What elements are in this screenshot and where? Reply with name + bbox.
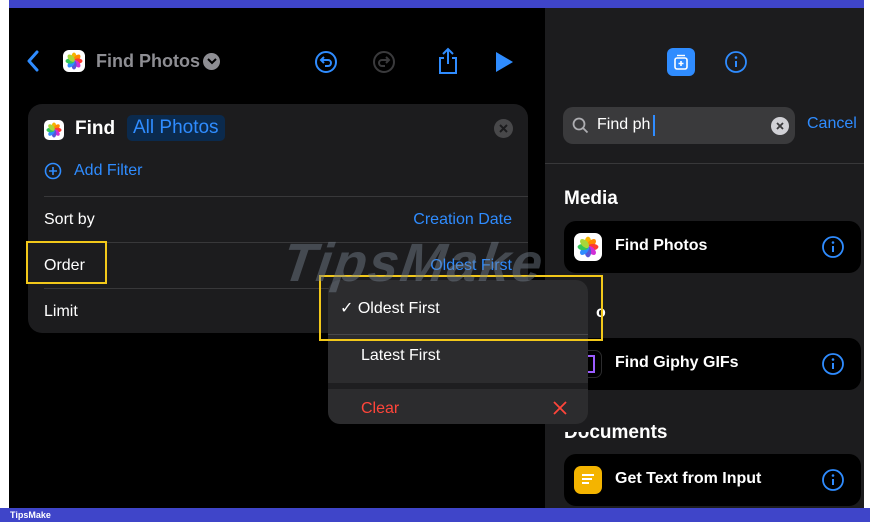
plus-circle-icon [44,162,62,180]
actions-sidebar: Find ph Cancel Media Find Photos o Find … [545,8,864,508]
chevron-left-icon [27,50,39,72]
actions-library-icon [674,54,688,70]
share-icon [439,47,457,74]
info-icon [725,51,747,73]
run-button[interactable] [493,50,515,74]
divider [545,163,864,164]
clear-search-button[interactable] [771,117,789,135]
top-border [0,0,870,8]
sort-by-value[interactable]: Creation Date [413,211,512,229]
order-highlight-box [26,241,107,284]
section-media: Media [564,188,618,209]
close-icon [776,122,784,130]
text-cursor [653,115,655,136]
footer-brand: TipsMake [0,508,870,522]
info-icon [822,469,844,491]
limit-label: Limit [44,303,78,320]
details-button[interactable] [724,50,748,74]
notes-icon [574,466,602,494]
sort-by-label: Sort by [44,211,95,228]
result-label: Get Text from Input [615,470,762,487]
clear-icon [553,401,567,415]
search-icon [572,117,589,134]
remove-action-button[interactable] [494,119,513,138]
photos-parameter[interactable]: All Photos [127,115,225,141]
photos-icon [574,233,602,261]
menu-item-clear[interactable]: Clear [361,387,621,431]
left-border [0,0,9,522]
redo-button[interactable] [372,50,396,74]
watermark-logo: TipsMake [278,233,549,293]
result-find-photos[interactable]: Find Photos [564,221,861,273]
play-icon [496,52,513,72]
result-info-button[interactable] [821,468,845,492]
add-filter-label: Add Filter [74,162,143,179]
actions-library-button[interactable] [667,48,695,76]
photos-icon [44,120,64,140]
back-button[interactable] [25,48,41,74]
right-border [864,0,870,522]
result-info-button[interactable] [821,352,845,376]
close-icon [499,124,508,133]
share-button[interactable] [436,46,460,76]
info-icon [822,236,844,258]
photos-icon [63,50,85,72]
undo-button[interactable] [314,50,338,74]
result-info-button[interactable] [821,235,845,259]
result-label: Find Photos [615,237,708,254]
redo-icon [373,51,395,73]
chevron-down-icon[interactable] [203,53,220,70]
result-label: Find Giphy GIFs [615,354,739,371]
search-field[interactable]: Find ph [563,107,795,144]
shortcut-title[interactable]: Find Photos [96,51,200,72]
search-input[interactable]: Find ph [597,116,650,134]
add-filter-button[interactable]: Add Filter [44,162,142,180]
info-icon [822,353,844,375]
action-verb: Find [75,118,116,139]
result-get-text-from-input[interactable]: Get Text from Input [564,454,861,506]
cancel-button[interactable]: Cancel [807,115,857,133]
undo-icon [315,51,337,73]
